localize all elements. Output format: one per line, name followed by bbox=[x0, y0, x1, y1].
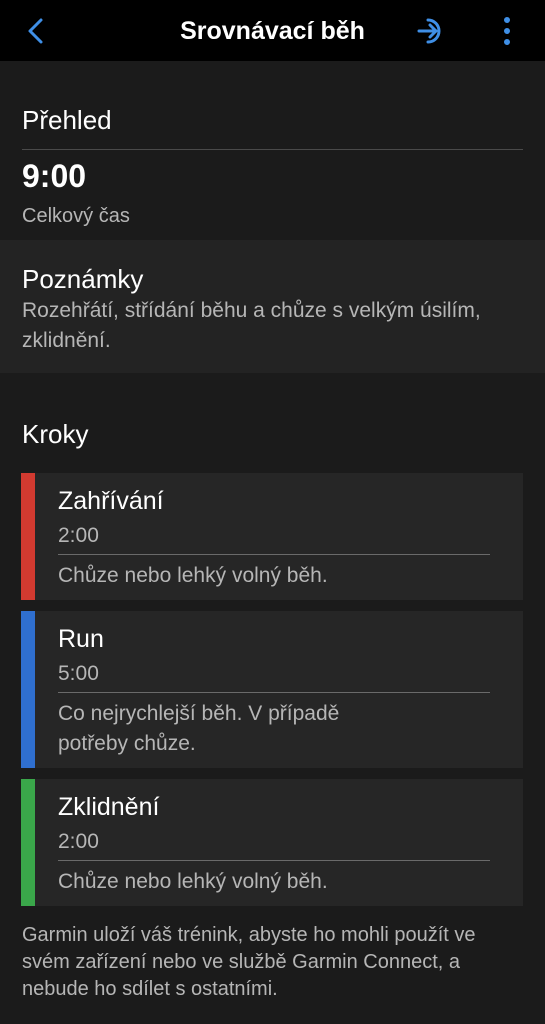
step-color-bar bbox=[21, 611, 35, 768]
step-card-run[interactable]: Run 5:00 Co nejrychlejší běh. V případě … bbox=[21, 611, 523, 768]
step-color-bar bbox=[21, 473, 35, 600]
steps-heading: Kroky bbox=[22, 419, 89, 449]
notes-heading: Poznámky bbox=[22, 264, 144, 294]
privacy-footer-text: Garmin uloží váš trénink, abyste ho mohl… bbox=[22, 924, 476, 1000]
step-divider bbox=[58, 692, 490, 693]
more-options-button[interactable] bbox=[496, 14, 518, 48]
step-description: Chůze nebo lehký volný běh. bbox=[58, 564, 328, 587]
step-color-bar bbox=[21, 779, 35, 906]
step-divider bbox=[58, 860, 490, 861]
navigation-bar: Srovnávací běh bbox=[0, 0, 545, 61]
step-divider bbox=[58, 554, 490, 555]
send-to-device-icon bbox=[417, 18, 441, 44]
step-card-cooldown[interactable]: Zklidnění 2:00 Chůze nebo lehký volný bě… bbox=[21, 779, 523, 906]
more-vertical-icon bbox=[504, 17, 510, 45]
step-duration: 2:00 bbox=[58, 524, 99, 547]
total-time-label: Celkový čas bbox=[22, 205, 130, 227]
send-to-device-button[interactable] bbox=[414, 14, 448, 48]
notes-section: Poznámky Rozehřátí, střídání běhu a chůz… bbox=[0, 240, 545, 373]
total-time-value: 9:00 bbox=[22, 158, 87, 194]
step-duration: 5:00 bbox=[58, 662, 99, 685]
step-name: Zahřívání bbox=[58, 487, 164, 515]
step-description: Chůze nebo lehký volný běh. bbox=[58, 870, 328, 893]
overview-heading: Přehled bbox=[22, 105, 112, 135]
step-description: Co nejrychlejší běh. V případě potřeby c… bbox=[58, 702, 340, 755]
overview-divider bbox=[22, 149, 523, 150]
step-duration: 2:00 bbox=[58, 830, 99, 853]
page-title: Srovnávací běh bbox=[180, 17, 365, 45]
step-card-warmup[interactable]: Zahřívání 2:00 Chůze nebo lehký volný bě… bbox=[21, 473, 523, 600]
step-name: Run bbox=[58, 625, 104, 653]
step-name: Zklidnění bbox=[58, 793, 160, 821]
notes-text: Rozehřátí, střídání běhu a chůze s velký… bbox=[22, 299, 481, 352]
